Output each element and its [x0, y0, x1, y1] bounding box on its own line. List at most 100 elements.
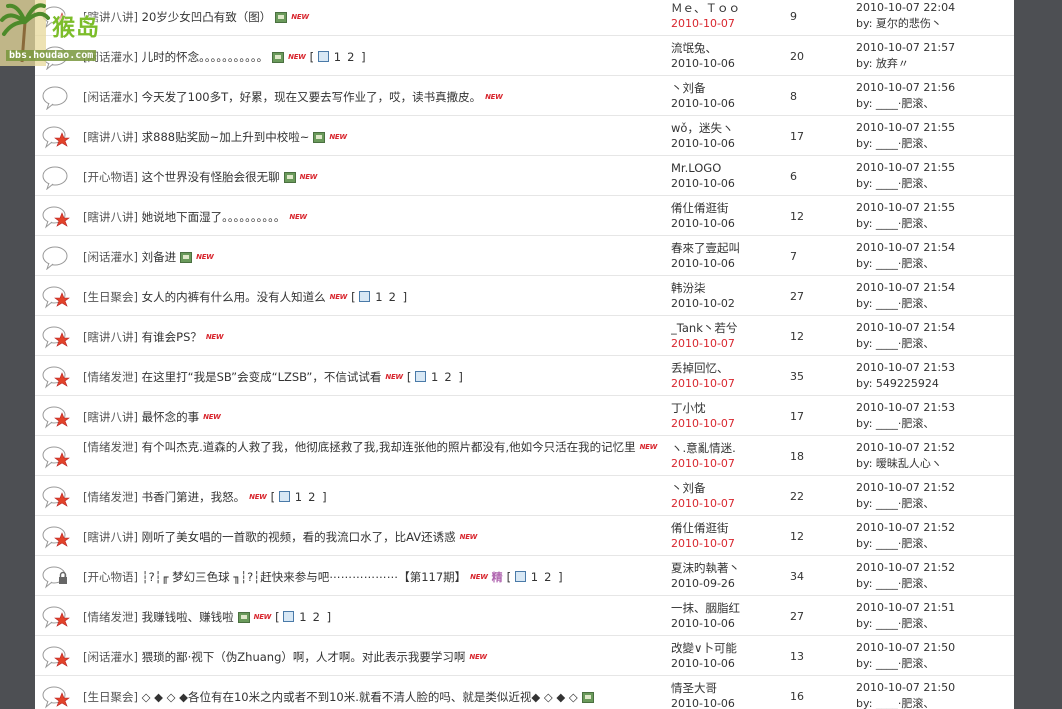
thread-subject-link[interactable]: 有个叫杰克.道森的人救了我，他彻底拯救了我,我却连张他的照片都没有,他如今只活在…	[142, 440, 636, 454]
page-link[interactable]: 2	[308, 490, 315, 504]
last-reply-user[interactable]: by: 549225924	[856, 376, 1011, 392]
author-link[interactable]: 丶刘备	[671, 80, 781, 96]
thread-subject-link[interactable]: 有谁会PS？	[142, 330, 202, 344]
forum-tag-link[interactable]: [生日聚会]	[83, 290, 138, 304]
thread-subject-link[interactable]: 这个世界没有怪胎会很无聊	[142, 170, 280, 184]
last-reply-time[interactable]: 2010-10-07 22:04	[856, 0, 1011, 16]
last-reply-time[interactable]: 2010-10-07 21:54	[856, 280, 1011, 296]
page-link[interactable]: 2	[313, 610, 320, 624]
last-reply-time[interactable]: 2010-10-07 21:50	[856, 680, 1011, 696]
page-link[interactable]: 2	[347, 50, 354, 64]
author-link[interactable]: Ｍｅ、Ｔｏｏ	[671, 0, 781, 16]
forum-tag-link[interactable]: [闲话灌水]	[83, 650, 138, 664]
last-reply-time[interactable]: 2010-10-07 21:55	[856, 120, 1011, 136]
author-link[interactable]: 夏沫旳執著丶	[671, 560, 781, 576]
thread-subject-link[interactable]: 女人的内裤有什么用。没有人知道么	[142, 290, 326, 304]
last-reply-time[interactable]: 2010-10-07 21:55	[856, 200, 1011, 216]
thread-subject-link[interactable]: 刚听了美女唱的一首歌的视频，看的我流口水了，比AV还诱惑	[142, 530, 456, 544]
page-link[interactable]: 1	[299, 610, 306, 624]
last-reply-user[interactable]: by: ____·肥滚、	[856, 176, 1011, 192]
forum-tag-link[interactable]: [开心物语]	[83, 570, 138, 584]
forum-tag-link[interactable]: [闲话灌水]	[83, 250, 138, 264]
last-reply-user[interactable]: by: ____·肥滚、	[856, 576, 1011, 592]
author-link[interactable]: Mr.LOGO	[671, 160, 781, 176]
last-reply-time[interactable]: 2010-10-07 21:53	[856, 360, 1011, 376]
last-reply-time[interactable]: 2010-10-07 21:56	[856, 80, 1011, 96]
author-link[interactable]: 丶刘备	[671, 480, 781, 496]
last-reply-time[interactable]: 2010-10-07 21:55	[856, 160, 1011, 176]
thread-subject-link[interactable]: ◇ ◆ ◇ ◆各位有在10米之内或者不到10米.就看不清人脸的吗、就是类似近视◆…	[142, 690, 578, 704]
forum-tag-link[interactable]: [情绪发泄]	[83, 490, 138, 504]
author-link[interactable]: 改變∨卜可能	[671, 640, 781, 656]
thread-subject-link[interactable]: 儿时的怀念。。。。。。。。。。。	[142, 50, 269, 64]
last-reply-user[interactable]: by: ____·肥滚、	[856, 616, 1011, 632]
last-reply-user[interactable]: by: ____·肥滚、	[856, 696, 1011, 709]
author-link[interactable]: 流氓兔、	[671, 40, 781, 56]
author-link[interactable]: 倄仩倄逛街	[671, 520, 781, 536]
last-reply-time[interactable]: 2010-10-07 21:57	[856, 40, 1011, 56]
last-reply-time[interactable]: 2010-10-07 21:52	[856, 440, 1011, 456]
last-reply-user[interactable]: by: ____·肥滚、	[856, 216, 1011, 232]
thread-subject-link[interactable]: 在这里打“我是SB”会变成“LZSB”，不信试试看	[142, 370, 382, 384]
last-reply-user[interactable]: by: 暧昧乱人心ヽ	[856, 456, 1011, 472]
author-link[interactable]: ヽ.意亂情迷.	[671, 440, 781, 456]
page-link[interactable]: 1	[531, 570, 538, 584]
last-reply-user[interactable]: by: ____·肥滚、	[856, 536, 1011, 552]
last-reply-user[interactable]: by: ____·肥滚、	[856, 136, 1011, 152]
page-link[interactable]: 1	[334, 50, 341, 64]
last-reply-user[interactable]: by: ____·肥滚、	[856, 656, 1011, 672]
forum-tag-link[interactable]: [开心物语]	[83, 170, 138, 184]
author-link[interactable]: 韩汾柒	[671, 280, 781, 296]
author-link[interactable]: _Tank丶若兮	[671, 320, 781, 336]
thread-subject-link[interactable]: 刘备进	[142, 250, 177, 264]
forum-tag-link[interactable]: [生日聚会]	[83, 690, 138, 704]
last-reply-time[interactable]: 2010-10-07 21:52	[856, 520, 1011, 536]
thread-subject-link[interactable]: 书香门第进，我怒。	[142, 490, 246, 504]
last-reply-user[interactable]: by: ____·肥滚、	[856, 256, 1011, 272]
page-link[interactable]: 1	[431, 370, 438, 384]
author-link[interactable]: 丢掉回忆、	[671, 360, 781, 376]
last-reply-user[interactable]: by: ____·肥滚、	[856, 96, 1011, 112]
author-link[interactable]: 丁小忱	[671, 400, 781, 416]
last-reply-user[interactable]: by: ____·肥滚、	[856, 296, 1011, 312]
last-reply-user[interactable]: by: ____·肥滚、	[856, 336, 1011, 352]
forum-tag-link[interactable]: [瞎讲八讲]	[83, 410, 138, 424]
last-reply-time[interactable]: 2010-10-07 21:51	[856, 600, 1011, 616]
page-link[interactable]: 1	[375, 290, 382, 304]
author-link[interactable]: wǒ，迷失ヽ	[671, 120, 781, 136]
last-reply-user[interactable]: by: 放弃〃	[856, 56, 1011, 72]
last-reply-time[interactable]: 2010-10-07 21:52	[856, 480, 1011, 496]
last-reply-user[interactable]: by: ____·肥滚、	[856, 496, 1011, 512]
author-link[interactable]: 倄仩倄逛街	[671, 200, 781, 216]
last-reply-user[interactable]: by: 夏尔的悲伤丶	[856, 16, 1011, 32]
forum-tag-link[interactable]: [情绪发泄]	[83, 440, 138, 454]
last-reply-time[interactable]: 2010-10-07 21:54	[856, 240, 1011, 256]
thread-subject-link[interactable]: 我赚钱啦、赚钱啦	[142, 610, 234, 624]
forum-tag-link[interactable]: [瞎讲八讲]	[83, 530, 138, 544]
forum-tag-link[interactable]: [闲话灌水]	[83, 90, 138, 104]
site-logo[interactable]: 猴岛 bbs.houdao.com	[0, 0, 150, 68]
last-reply-time[interactable]: 2010-10-07 21:53	[856, 400, 1011, 416]
page-link[interactable]: 1	[295, 490, 302, 504]
forum-tag-link[interactable]: [瞎讲八讲]	[83, 330, 138, 344]
page-link[interactable]: 2	[389, 290, 396, 304]
last-reply-time[interactable]: 2010-10-07 21:54	[856, 320, 1011, 336]
forum-tag-link[interactable]: [情绪发泄]	[83, 370, 138, 384]
author-link[interactable]: 一抹、胭脂红	[671, 600, 781, 616]
forum-tag-link[interactable]: [情绪发泄]	[83, 610, 138, 624]
forum-tag-link[interactable]: [瞎讲八讲]	[83, 210, 138, 224]
thread-subject-link[interactable]: 求888贴奖励~加上升到中校啦~	[142, 130, 310, 144]
thread-subject-link[interactable]: 今天发了100多T，好累，现在又要去写作业了，哎，读书真撒皮。	[142, 90, 481, 104]
thread-subject-link[interactable]: 猥琐的鄙·视下（伪Zhuang）啊，人才啊。对此表示我要学习啊	[142, 650, 466, 664]
author-link[interactable]: 情圣大哥	[671, 680, 781, 696]
page-link[interactable]: 2	[544, 570, 551, 584]
forum-tag-link[interactable]: [瞎讲八讲]	[83, 130, 138, 144]
thread-subject-link[interactable]: 最怀念的事	[142, 410, 200, 424]
last-reply-time[interactable]: 2010-10-07 21:52	[856, 560, 1011, 576]
thread-subject-link[interactable]: 她说地下面湿了。。。。。。。。。。	[142, 210, 286, 224]
last-reply-time[interactable]: 2010-10-07 21:50	[856, 640, 1011, 656]
page-link[interactable]: 2	[444, 370, 451, 384]
last-reply-user[interactable]: by: ____·肥滚、	[856, 416, 1011, 432]
thread-subject-link[interactable]: ┆?┆╓ 梦幻三色球 ╖┆?┆赶快来参与吧⋯⋯⋯⋯⋯⋯【第117期】	[142, 570, 467, 584]
thread-subject-link[interactable]: 20岁少女凹凸有致（图）	[142, 10, 272, 24]
